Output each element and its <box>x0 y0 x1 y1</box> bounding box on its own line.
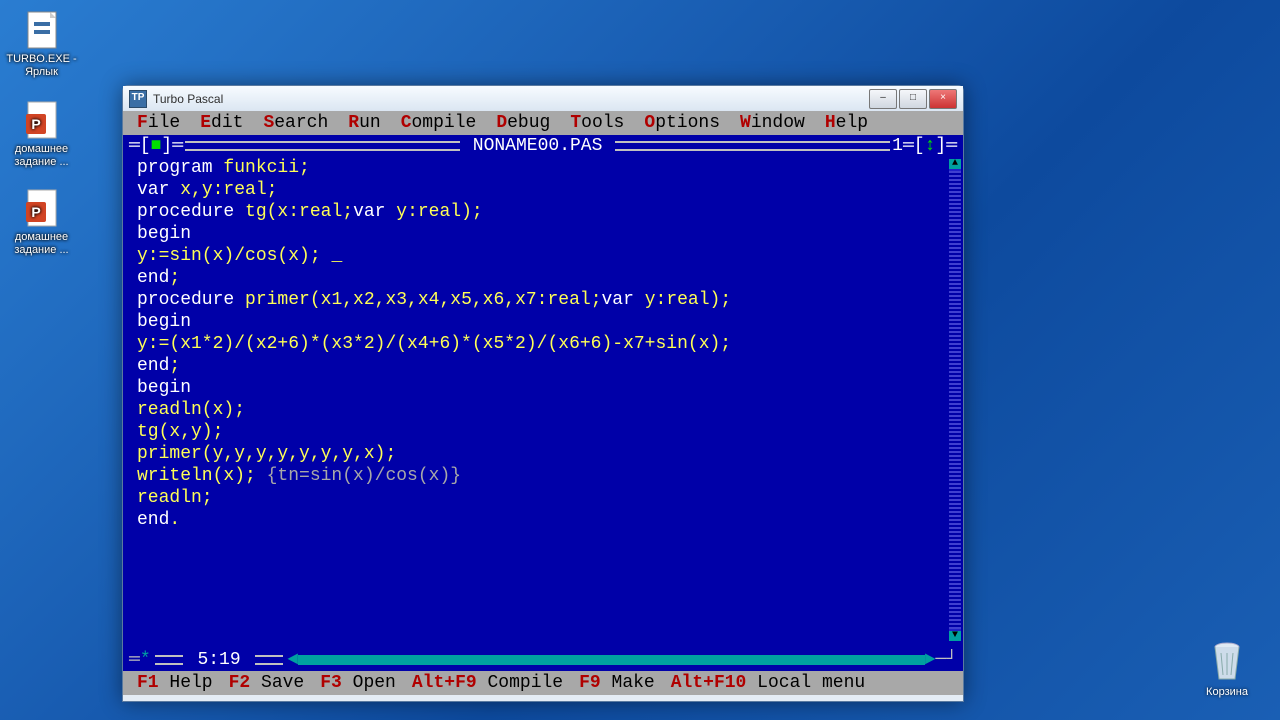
code-line: procedure primer(x1,x2,x3,x4,x5,x6,x7:re… <box>137 289 949 311</box>
menu-bar: File Edit Search Run Compile Debug Tools Option… <box>123 111 963 135</box>
code-editor[interactable]: program funkcii;var x,y:real;procedure t… <box>123 157 963 649</box>
recycle-bin[interactable]: Корзина <box>1192 639 1262 698</box>
window-number: 1 <box>892 136 903 156</box>
maximize-button[interactable]: □ <box>899 89 927 109</box>
scroll-right-icon[interactable]: ► <box>925 649 936 671</box>
ppt-icon: P <box>24 100 60 140</box>
menu-edit[interactable]: Edit <box>200 112 243 134</box>
menu-compile[interactable]: Compile <box>401 112 477 134</box>
fkey-open[interactable]: F3 Open <box>320 672 396 694</box>
desktop-shortcut-hw1[interactable]: P домашнее задание ... <box>4 100 79 169</box>
app-icon: TP <box>129 90 147 108</box>
menu-search[interactable]: Search <box>263 112 328 134</box>
menu-tools[interactable]: Tools <box>570 112 624 134</box>
desktop-icon-label: домашнее задание ... <box>14 143 68 168</box>
code-line: y:=(x1*2)/(x2+6)*(x3*2)/(x4+6)*(x5*2)/(x… <box>137 333 949 355</box>
menu-run[interactable]: Run <box>348 112 380 134</box>
menu-debug[interactable]: Debug <box>496 112 550 134</box>
recycle-bin-label: Корзина <box>1206 686 1248 698</box>
code-line: begin <box>137 311 949 333</box>
menu-help[interactable]: Help <box>825 112 868 134</box>
editor-filename: NONAME00.PAS <box>473 136 603 156</box>
close-button[interactable]: × <box>929 89 957 109</box>
code-line: y:=sin(x)/cos(x); _ <box>137 245 949 267</box>
recycle-bin-icon <box>1207 639 1247 683</box>
code-line: end; <box>137 355 949 377</box>
svg-text:P: P <box>31 204 40 220</box>
desktop-shortcut-turbo[interactable]: TURBO.EXE - Ярлык <box>4 10 79 79</box>
fkey-make[interactable]: F9 Make <box>579 672 655 694</box>
fkey-help[interactable]: F1 Help <box>137 672 213 694</box>
fkey-local-menu[interactable]: Alt+F10 Local menu <box>671 672 865 694</box>
window-titlebar[interactable]: TP Turbo Pascal – □ × <box>123 86 963 111</box>
tp-zoom-icon[interactable]: ↕ <box>925 135 936 157</box>
menu-options[interactable]: Options <box>644 112 720 134</box>
desktop-shortcut-hw2[interactable]: P домашнее задание ... <box>4 188 79 257</box>
scroll-down-icon[interactable]: ▼ <box>949 631 961 641</box>
desktop-icon-label: TURBO.EXE - Ярлык <box>6 53 76 78</box>
cursor-position: 5:19 <box>197 650 240 670</box>
tp-close-window-icon[interactable]: ■ <box>151 135 162 157</box>
desktop-icon-label: домашнее задание ... <box>14 231 68 256</box>
window-controls: – □ × <box>869 89 957 109</box>
vertical-scrollbar[interactable]: ▲ ▼ <box>949 159 961 641</box>
code-line: primer(y,y,y,y,y,y,y,x); <box>137 443 949 465</box>
horizontal-scrollbar[interactable] <box>298 655 924 665</box>
code-line: writeln(x); {tn=sin(x)/cos(x)} <box>137 465 949 487</box>
fkey-save[interactable]: F2 Save <box>229 672 305 694</box>
fkey-compile[interactable]: Alt+F9 Compile <box>412 672 563 694</box>
exe-icon <box>24 10 60 50</box>
window-title: Turbo Pascal <box>153 92 869 106</box>
minimize-button[interactable]: – <box>869 89 897 109</box>
editor-bottom-frame: ═* 5:19 ◄ ► ─┘ <box>123 649 963 671</box>
ppt-icon: P <box>24 188 60 228</box>
code-line: begin <box>137 377 949 399</box>
menu-window[interactable]: Window <box>740 112 805 134</box>
code-line: begin <box>137 223 949 245</box>
code-line: program funkcii; <box>137 157 949 179</box>
code-line: end; <box>137 267 949 289</box>
code-line: tg(x,y); <box>137 421 949 443</box>
code-line: readln(x); <box>137 399 949 421</box>
modified-indicator-icon: * <box>140 649 151 671</box>
app-window: TP Turbo Pascal – □ × File Edit Search Run C… <box>122 85 964 702</box>
code-line: procedure tg(x:real;var y:real); <box>137 201 949 223</box>
code-line: readln; <box>137 487 949 509</box>
scroll-left-icon[interactable]: ◄ <box>287 649 298 671</box>
menu-file[interactable]: File <box>137 112 180 134</box>
code-line: end. <box>137 509 949 531</box>
svg-text:P: P <box>31 116 40 132</box>
status-bar: F1 Help F2 Save F3 Open Alt+F9 Compile F… <box>123 671 963 695</box>
scroll-up-icon[interactable]: ▲ <box>949 159 961 169</box>
editor-title-frame: ═[■]═ NONAME00.PAS 1═[↕]═ <box>123 135 963 157</box>
code-line: var x,y:real; <box>137 179 949 201</box>
